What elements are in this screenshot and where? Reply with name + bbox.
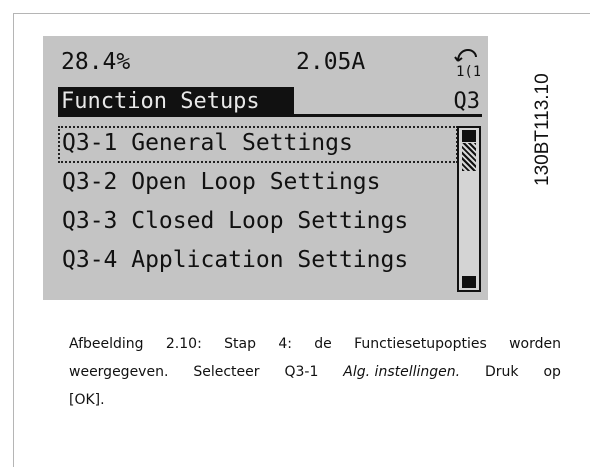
caption-word: Afbeelding [69, 336, 144, 352]
menu-item-open-loop-settings[interactable]: Q3-2 Open Loop Settings [58, 165, 458, 202]
scroll-up-arrow-icon[interactable] [462, 130, 476, 142]
caption-line-2: weergegeven. Selecteer Q3-1 Alg. instell… [69, 358, 561, 386]
caption-word: 4: [278, 336, 292, 352]
caption-word: worden [509, 336, 561, 352]
status-percent: 28.4% [61, 49, 131, 75]
scroll-thumb[interactable] [462, 143, 476, 171]
menu-item-general-settings[interactable]: Q3-1 General Settings [58, 126, 458, 163]
figure-caption: Afbeelding 2.10: Stap 4: de Functiesetup… [69, 330, 561, 414]
scroll-down-arrow-icon[interactable] [462, 276, 476, 288]
scrollbar[interactable] [457, 126, 481, 292]
lcp-display: 28.4% 2.05A 1(1) Function Setups Q3 Q3-1… [43, 36, 488, 300]
caption-word: Q3-1 [284, 364, 319, 380]
figure-code: 130BT113.10 [532, 73, 553, 186]
menu-item-label: Q3-1 General Settings [62, 130, 353, 156]
menu-item-label: Q3-3 Closed Loop Settings [62, 208, 409, 234]
caption-line-3: [OK]. [69, 386, 561, 414]
svg-text:1(1): 1(1) [456, 64, 480, 79]
status-current: 2.05A [296, 49, 366, 75]
menu-code: Q3 [453, 89, 481, 114]
caption-word: Druk [485, 364, 519, 380]
caption-line-1: Afbeelding 2.10: Stap 4: de Functiesetup… [69, 330, 561, 358]
title-underline [294, 114, 482, 117]
menu-item-label: Q3-4 Application Settings [62, 247, 409, 273]
menu-title-bar: Function Setups Q3 [58, 87, 482, 117]
caption-word: Functiesetupopties [354, 336, 487, 352]
caption-word: [OK]. [69, 392, 105, 408]
menu-item-application-settings[interactable]: Q3-4 Application Settings [58, 243, 458, 280]
caption-word: de [314, 336, 332, 352]
hand-local-icon: 1(1) [454, 48, 480, 79]
caption-word: 2.10: [165, 336, 202, 352]
menu-item-label: Q3-2 Open Loop Settings [62, 169, 381, 195]
caption-word: weergegeven. [69, 364, 169, 380]
caption-emphasis: Alg. instellingen. [343, 364, 461, 380]
menu-item-closed-loop-settings[interactable]: Q3-3 Closed Loop Settings [58, 204, 458, 241]
caption-word: op [543, 364, 561, 380]
caption-word: Selecteer [193, 364, 260, 380]
caption-word: Stap [224, 336, 256, 352]
menu-title: Function Setups [61, 89, 260, 114]
